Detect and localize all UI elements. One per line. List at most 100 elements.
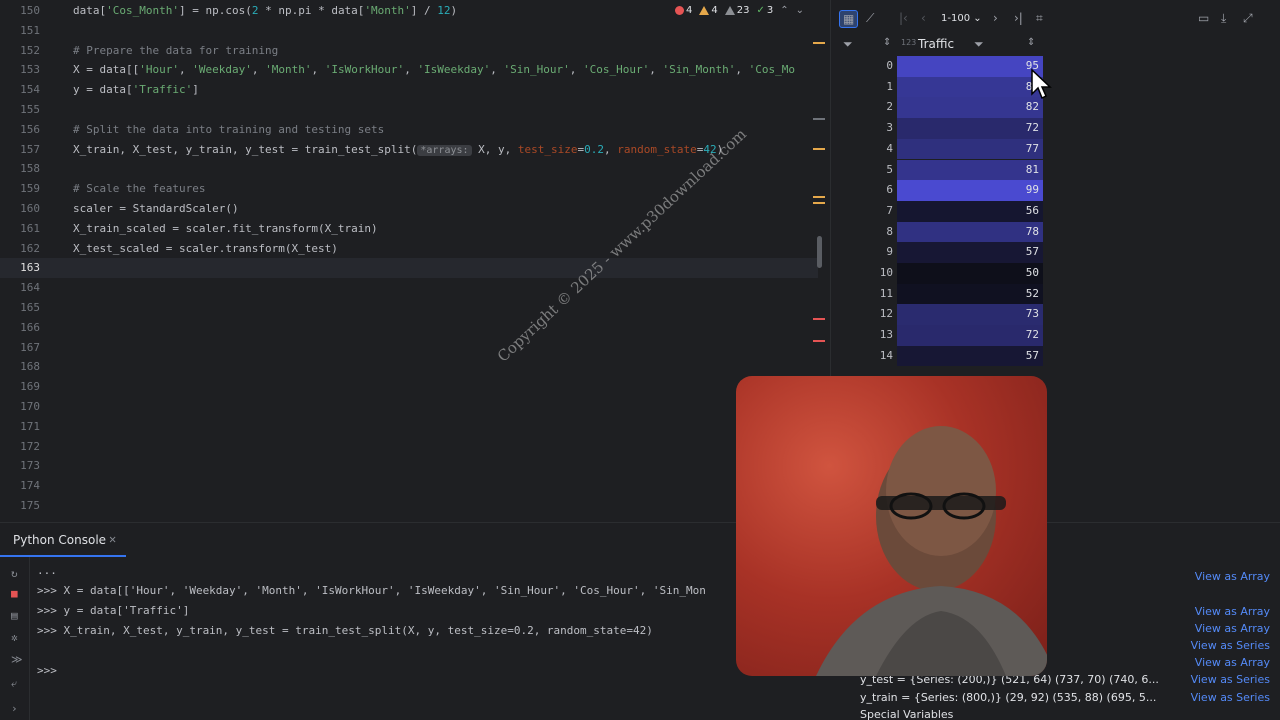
download-icon[interactable]: ⤓	[1221, 11, 1226, 26]
scroll-mark-error[interactable]	[813, 318, 825, 320]
console-output[interactable]: ... >>> X = data[['Hour', 'Weekday', 'Mon…	[30, 557, 740, 720]
weak-warning-count[interactable]: 23	[724, 5, 749, 16]
traffic-cell[interactable]: 95	[897, 56, 1043, 77]
table-row[interactable]: 9 57	[831, 242, 1043, 263]
line-number: 154	[20, 83, 40, 97]
code-line[interactable]: X_train_scaled = scaler.fit_transform(X_…	[73, 219, 820, 239]
soft-wrap-icon[interactable]: ⤶	[11, 677, 17, 691]
row-index: 11	[879, 286, 893, 300]
variable-row[interactable]: Special Variables	[860, 708, 1270, 720]
view-as-link[interactable]: View as Series	[1186, 673, 1270, 687]
editor-scrollbar[interactable]	[817, 236, 822, 268]
typo-count[interactable]: ✓ 3	[756, 5, 773, 16]
code-line[interactable]: # Prepare the data for training	[73, 41, 820, 61]
page-range-select[interactable]: 1-100 ⌄	[941, 13, 982, 24]
code-line[interactable]: X_test_scaled = scaler.transform(X_test)	[73, 239, 820, 259]
warning-count[interactable]: 4	[699, 5, 718, 16]
history-icon[interactable]: ≫	[11, 653, 23, 666]
column-header-traffic[interactable]: Traffic	[918, 37, 954, 51]
traffic-cell[interactable]: 57	[897, 345, 1043, 367]
traffic-cell[interactable]: 50	[897, 263, 1043, 284]
filter-icon[interactable]: ⏷	[843, 37, 853, 52]
table-row[interactable]: 6 99	[831, 180, 1043, 201]
code-line[interactable]: # Split the data into training and testi…	[73, 120, 820, 140]
maximize-icon[interactable]: ▭	[1198, 11, 1209, 25]
table-row[interactable]: 5 81	[831, 159, 1043, 181]
chevron-down-icon: ⌄	[973, 13, 982, 24]
last-page-icon[interactable]: ›|	[1014, 11, 1023, 25]
prev-page-icon[interactable]: ‹	[921, 11, 926, 25]
table-view-icon[interactable]: ▦	[839, 10, 859, 28]
traffic-cell[interactable]: 82	[897, 97, 1043, 119]
chart-view-icon[interactable]: ⟋	[866, 11, 874, 26]
traffic-cell[interactable]: 72	[897, 118, 1043, 139]
table-row[interactable]: 12 73	[831, 304, 1043, 326]
cell-value: 77	[1025, 141, 1039, 155]
table-row[interactable]: 10 50	[831, 263, 1043, 284]
table-row[interactable]: 13 72	[831, 325, 1043, 346]
table-row[interactable]: 7 56	[831, 200, 1043, 222]
traffic-cell[interactable]: 57	[897, 242, 1043, 263]
table-row[interactable]: 1 83	[831, 76, 1043, 98]
view-as-link[interactable]: View as Array	[1190, 604, 1270, 618]
first-page-icon[interactable]: |‹	[899, 11, 908, 25]
sort-icon[interactable]: ⇕	[883, 37, 891, 48]
traffic-cell[interactable]: 72	[897, 325, 1043, 346]
code-line[interactable]: # Scale the features	[73, 179, 820, 199]
view-as-link[interactable]: View as Array	[1190, 570, 1270, 584]
variable-row[interactable]: y_train = {Series: (800,)} (29, 92) (535…	[860, 690, 1270, 708]
scroll-mark-warning[interactable]	[813, 196, 825, 198]
more-icon[interactable]: ›	[11, 702, 18, 715]
traffic-cell[interactable]: 56	[897, 200, 1043, 222]
grid-settings-icon[interactable]: ⌗	[1036, 11, 1043, 26]
view-as-link[interactable]: View as Array	[1190, 656, 1270, 670]
table-row[interactable]: 11 52	[831, 283, 1043, 305]
traffic-cell[interactable]: 73	[897, 304, 1043, 326]
scroll-mark-warning[interactable]	[813, 202, 825, 204]
next-page-icon[interactable]: ›	[993, 11, 998, 25]
open-external-icon[interactable]: ⤢	[1243, 11, 1253, 26]
traffic-cell[interactable]: 83	[897, 76, 1043, 98]
column-sort-icon[interactable]: ⇕	[1027, 37, 1035, 48]
code-line[interactable]: y = data['Traffic']	[73, 80, 820, 100]
scroll-mark-weak[interactable]	[813, 118, 825, 120]
check-icon: ✓	[756, 5, 765, 16]
webcam-overlay	[736, 376, 1047, 676]
current-line-highlight	[0, 258, 818, 279]
stop-icon[interactable]: ■	[11, 587, 18, 600]
chevron-up-icon[interactable]: ⌃	[780, 5, 788, 16]
traffic-cell[interactable]: 77	[897, 138, 1043, 160]
line-number: 157	[20, 142, 40, 156]
code-line[interactable]: scaler = StandardScaler()	[73, 199, 820, 219]
traffic-cell[interactable]: 81	[897, 159, 1043, 181]
table-row[interactable]: 4 77	[831, 138, 1043, 160]
error-count[interactable]: 4	[675, 5, 692, 16]
view-as-link[interactable]: View as Array	[1190, 621, 1270, 635]
traffic-cell[interactable]: 99	[897, 180, 1043, 201]
chevron-down-icon[interactable]: ⌄	[796, 5, 804, 16]
code-editor[interactable]: 150 data['Cos_Month'] = np.cos(2 * np.pi …	[0, 0, 828, 522]
table-row[interactable]: 8 78	[831, 221, 1043, 243]
traffic-cell[interactable]: 52	[897, 283, 1043, 305]
table-row[interactable]: 14 57	[831, 345, 1043, 367]
debug-icon[interactable]: ✲	[11, 631, 18, 644]
table-row[interactable]: 3 72	[831, 118, 1043, 139]
line-number: 153	[20, 63, 40, 77]
scroll-mark-error[interactable]	[813, 340, 825, 342]
close-icon[interactable]: ✕	[109, 532, 116, 546]
table-row[interactable]: 2 82	[831, 97, 1043, 119]
rerun-icon[interactable]: ↻	[11, 567, 18, 580]
column-filter-icon[interactable]: ⏷	[974, 37, 984, 52]
row-index: 5	[886, 162, 893, 176]
cell-value: 81	[1025, 162, 1039, 176]
table-row[interactable]: 0 95	[831, 56, 1043, 77]
code-line[interactable]: X = data[['Hour', 'Weekday', 'Month', 'I…	[73, 60, 820, 80]
variables-icon[interactable]: ▤	[11, 609, 18, 622]
view-as-link[interactable]: View as Series	[1186, 690, 1270, 704]
scroll-mark-warning[interactable]	[813, 42, 825, 44]
tab-python-console[interactable]: Python Console	[13, 533, 106, 547]
scroll-mark-warning[interactable]	[813, 148, 825, 150]
traffic-cell[interactable]: 78	[897, 221, 1043, 243]
view-as-link[interactable]: View as Series	[1186, 639, 1270, 652]
inspection-widget[interactable]: 4 4 23 ✓ 3 ⌃ ⌄	[675, 5, 804, 16]
